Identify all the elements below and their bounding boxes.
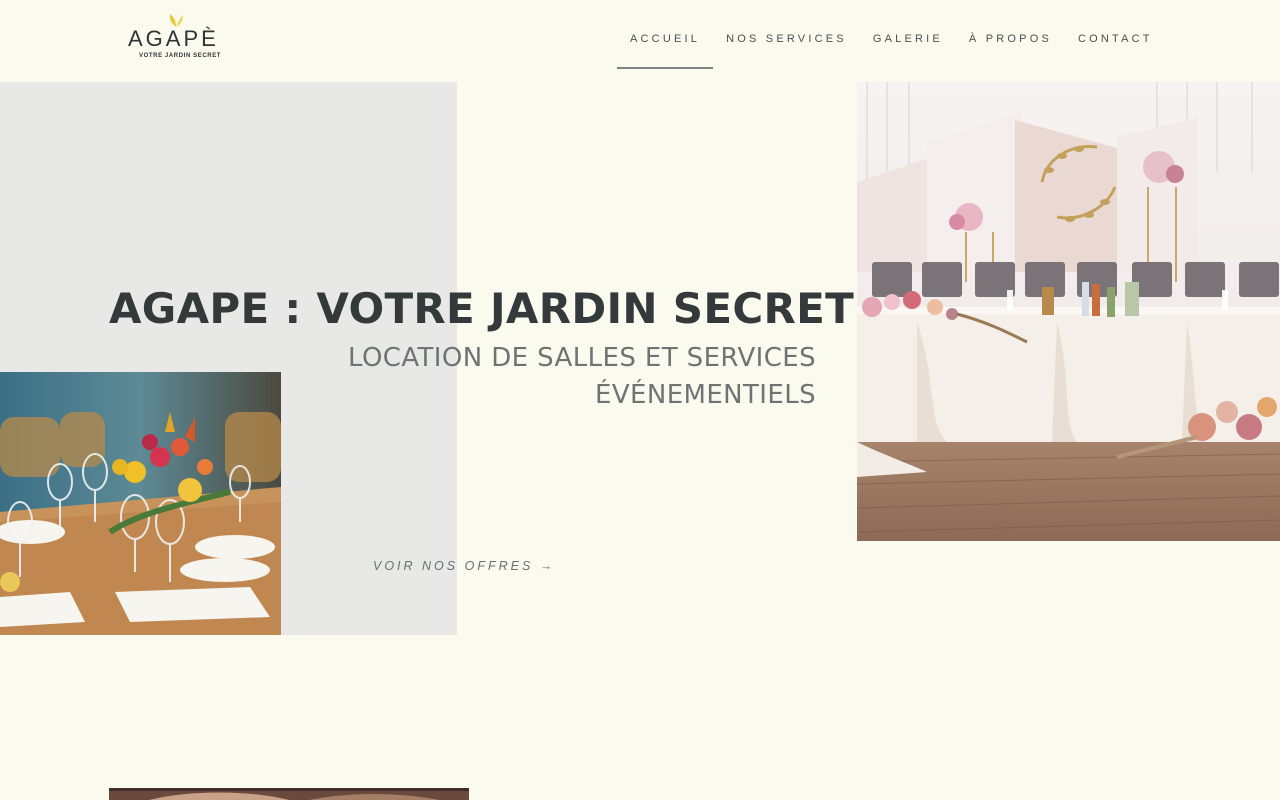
site-header: AGAPÈ VOTRE JARDIN SECRET ACCUEIL NOS SE… [0,0,1280,82]
table-setting-photo [0,372,281,635]
nav-item-accueil[interactable]: ACCUEIL [617,33,714,69]
hero-subtitle: LOCATION DE SALLES ET SERVICES ÉVÉNEMENT… [300,340,816,414]
hero-subtitle-line-2: ÉVÉNEMENTIELS [595,380,816,410]
nav-item-a-propos[interactable]: À PROPOS [956,33,1065,45]
main-nav: ACCUEIL NOS SERVICES GALERIE À PROPOS CO… [617,33,1166,69]
logo-wordmark: AGAPÈ [128,26,219,51]
logo-tagline: VOTRE JARDIN SECRET [139,53,222,59]
nav-item-nos-services[interactable]: NOS SERVICES [713,33,860,45]
wedding-head-table-photo [857,82,1280,541]
nav-item-contact[interactable]: CONTACT [1065,33,1166,45]
site-logo[interactable]: AGAPÈ VOTRE JARDIN SECRET [122,12,232,64]
nav-item-galerie[interactable]: GALERIE [860,33,956,45]
hero-subtitle-line-1: LOCATION DE SALLES ET SERVICES [347,343,816,373]
hero-title: AGAPE : VOTRE JARDIN SECRET [109,284,855,333]
page: AGAPÈ VOTRE JARDIN SECRET ACCUEIL NOS SE… [0,0,1280,800]
venue-interior-photo [109,788,469,800]
voir-nos-offres-link[interactable]: VOIR NOS OFFRES → [373,559,555,573]
